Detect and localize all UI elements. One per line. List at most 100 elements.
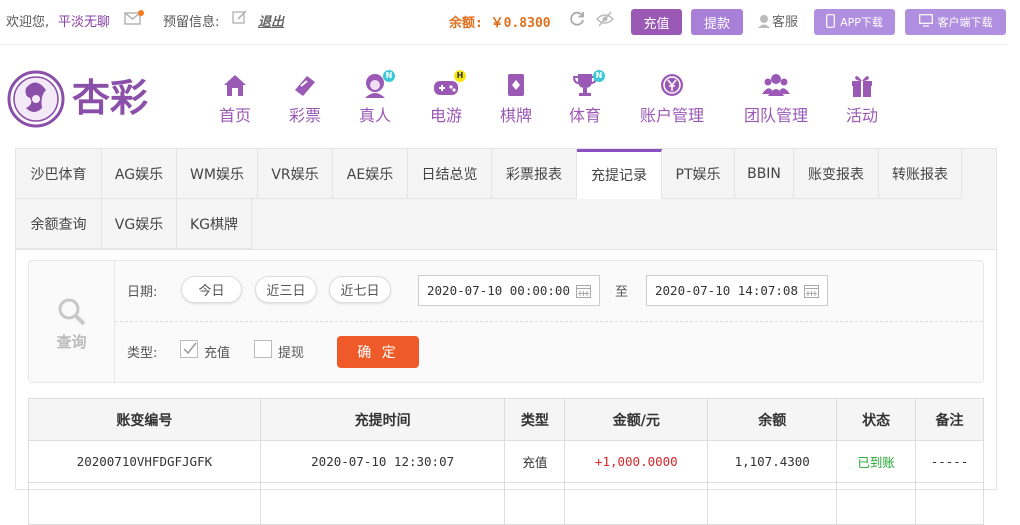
nav-badge: N <box>383 70 395 82</box>
calendar-icon[interactable] <box>804 284 819 298</box>
edit-icon[interactable] <box>232 9 250 27</box>
cards-icon <box>502 72 530 98</box>
deposit-button[interactable]: 充值 <box>631 9 682 35</box>
report-panel: 沙巴体育 AG娱乐 WM娱乐 VR娱乐 AE娱乐 日结总览 彩票报表 充提记录 … <box>15 148 997 525</box>
today-button[interactable]: 今日 <box>181 276 242 303</box>
col-transaction-id: 账变编号 <box>28 398 261 441</box>
start-date-value: 2020-07-10 00:00:00 <box>427 283 570 298</box>
date-row: 日期: 今日 近三日 近七日 2020-07-10 00:00:00 至 202… <box>115 261 983 322</box>
nav-chess[interactable]: 棋牌 <box>499 72 533 126</box>
tab-wm[interactable]: WM娱乐 <box>177 149 258 199</box>
hide-eye-icon[interactable] <box>596 10 614 28</box>
tab-vg[interactable]: VG娱乐 <box>102 199 177 249</box>
coin-icon <box>658 72 686 98</box>
records-table: 账变编号 充提时间 类型 金额/元 余额 状态 备注 20200710VHFDG… <box>28 398 984 525</box>
nav-label: 彩票 <box>288 106 321 125</box>
last-7-days-button[interactable]: 近七日 <box>329 276 391 303</box>
nav-team[interactable]: 团队管理 <box>742 72 810 126</box>
cell-type: 充值 <box>504 440 566 483</box>
monitor-icon <box>918 14 933 30</box>
refresh-icon[interactable] <box>568 10 586 28</box>
col-type: 类型 <box>504 398 566 441</box>
nav-label: 首页 <box>218 106 251 125</box>
nav-label: 体育 <box>568 106 601 125</box>
gamepad-icon: H <box>432 70 466 98</box>
reserved-info-label: 预留信息: <box>163 15 220 30</box>
end-date-input[interactable]: 2020-07-10 14:07:08 <box>646 275 828 306</box>
nav-home[interactable]: 首页 <box>218 72 252 126</box>
deposit-checkbox[interactable] <box>180 340 198 358</box>
cell-remark: ----- <box>915 440 984 483</box>
nav-badge: H <box>454 70 466 82</box>
app-download-button[interactable]: APP下载 <box>814 9 895 35</box>
col-balance: 余额 <box>707 398 838 441</box>
nav-label: 账户管理 <box>639 106 704 125</box>
table-row <box>28 482 984 525</box>
lottery-ticket-icon <box>291 72 319 98</box>
query-title: 查询 <box>56 333 87 351</box>
nav-promo[interactable]: 活动 <box>845 72 879 126</box>
confirm-button[interactable]: 确 定 <box>337 336 419 368</box>
withdraw-checkbox[interactable] <box>254 340 272 358</box>
magnifier-icon <box>29 297 114 331</box>
tab-transfer-report[interactable]: 转账报表 <box>879 149 962 199</box>
client-download-button[interactable]: 客户端下载 <box>905 9 1006 35</box>
username-link[interactable]: 平淡无聊 <box>58 11 110 30</box>
team-icon <box>762 72 790 98</box>
balance-text: 余额: ￥0.8300 <box>449 16 551 31</box>
brand-name: 杏彩 <box>72 78 148 120</box>
cell-balance: 1,107.4300 <box>707 440 838 483</box>
tab-deposit-withdraw-records[interactable]: 充提记录 <box>577 149 662 199</box>
customer-service-label: 客服 <box>772 15 799 30</box>
tab-ag[interactable]: AG娱乐 <box>102 149 177 199</box>
withdraw-button[interactable]: 提款 <box>691 9 743 35</box>
cell-amount: +1,000.0000 <box>564 440 709 483</box>
tab-saba-sports[interactable]: 沙巴体育 <box>16 149 102 199</box>
withdraw-type-label: 提现 <box>278 346 305 361</box>
tab-account-change-report[interactable]: 账变报表 <box>794 149 879 199</box>
client-download-label: 客户端下载 <box>937 16 993 29</box>
app-download-label: APP下载 <box>840 16 883 29</box>
check-icon <box>183 342 197 355</box>
tab-balance-query[interactable]: 余额查询 <box>16 199 102 249</box>
tab-lottery-report[interactable]: 彩票报表 <box>492 149 577 199</box>
tab-bbin[interactable]: BBIN <box>735 149 794 199</box>
nav-account[interactable]: 账户管理 <box>638 72 706 126</box>
calendar-icon[interactable] <box>576 284 591 298</box>
live-dealer-icon: N <box>361 70 395 98</box>
headset-icon <box>756 13 772 33</box>
nav-label: 活动 <box>845 106 878 125</box>
query-form: 查询 日期: 今日 近三日 近七日 2020-07-10 00:00:00 至 … <box>28 260 984 383</box>
customer-service-link[interactable]: 客服 <box>756 11 798 33</box>
nav-egame[interactable]: H 电游 <box>429 70 466 126</box>
nav-sports[interactable]: N 体育 <box>568 70 605 126</box>
start-date-input[interactable]: 2020-07-10 00:00:00 <box>418 275 600 306</box>
tab-pt[interactable]: PT娱乐 <box>662 149 735 199</box>
brand-logo[interactable]: 杏彩 <box>6 66 166 132</box>
welcome-text: 欢迎您, <box>6 15 50 30</box>
tab-kg-chess[interactable]: KG棋牌 <box>177 199 252 249</box>
to-label: 至 <box>615 285 629 300</box>
tab-ae[interactable]: AE娱乐 <box>333 149 408 199</box>
cell-status: 已到账 <box>836 440 917 483</box>
col-remark: 备注 <box>915 398 984 441</box>
tab-daily-summary[interactable]: 日结总览 <box>408 149 492 199</box>
query-icon-block: 查询 <box>29 261 115 382</box>
tab-vr[interactable]: VR娱乐 <box>258 149 333 199</box>
nav-live[interactable]: N 真人 <box>358 70 395 126</box>
table-header-row: 账变编号 充提时间 类型 金额/元 余额 状态 备注 <box>28 398 984 441</box>
home-icon <box>221 72 249 98</box>
deposit-type-label: 充值 <box>204 346 231 361</box>
mail-icon[interactable] <box>124 10 144 28</box>
cell-transaction-id: 20200710VHFDGFJGFK <box>28 440 261 483</box>
logout-link[interactable]: 退出 <box>258 11 284 30</box>
trophy-icon: N <box>571 70 605 98</box>
col-time: 充提时间 <box>259 398 506 441</box>
nav-badge: N <box>593 70 605 82</box>
nav-lottery[interactable]: 彩票 <box>288 72 322 126</box>
nav-label: 棋牌 <box>499 106 532 125</box>
last-3-days-button[interactable]: 近三日 <box>255 276 317 303</box>
col-amount: 金额/元 <box>564 398 709 441</box>
top-bar: 欢迎您, 平淡无聊 预留信息: 退出 余额: ￥0.8300 充值 提款 客服 … <box>0 0 1020 40</box>
col-status: 状态 <box>836 398 917 441</box>
